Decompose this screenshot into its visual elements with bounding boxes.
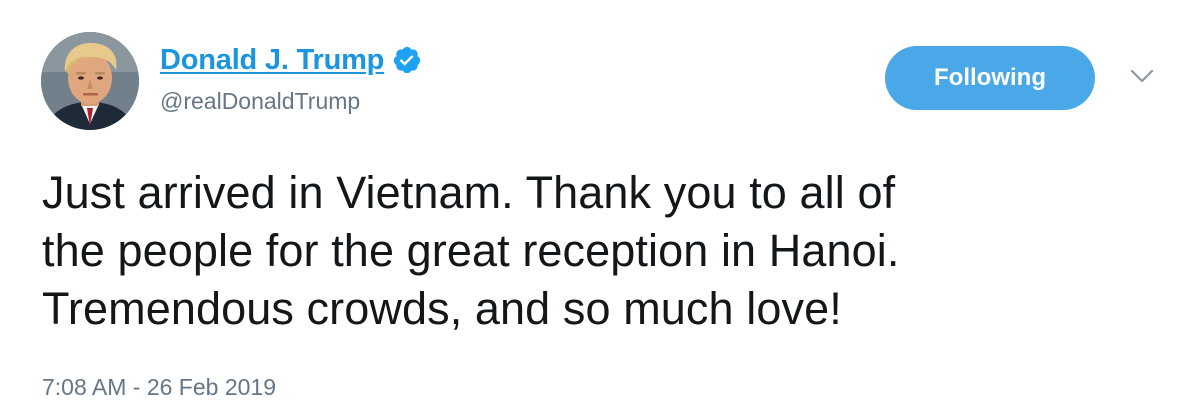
following-button[interactable]: Following [885,46,1095,110]
author-display-name[interactable]: Donald J. Trump [160,44,384,77]
verified-badge-icon [392,45,422,75]
chevron-down-icon[interactable] [1128,66,1156,86]
tweet-card: Donald J. Trump @realDonaldTrump Followi… [0,0,1190,420]
author-handle[interactable]: @realDonaldTrump [160,88,360,115]
author-name-row: Donald J. Trump [160,40,422,80]
avatar[interactable] [41,32,139,130]
tweet-text: Just arrived in Vietnam. Thank you to al… [42,167,900,334]
profile-photo-icon [41,32,139,130]
tweet-timestamp[interactable]: 7:08 AM - 26 Feb 2019 [42,374,276,401]
